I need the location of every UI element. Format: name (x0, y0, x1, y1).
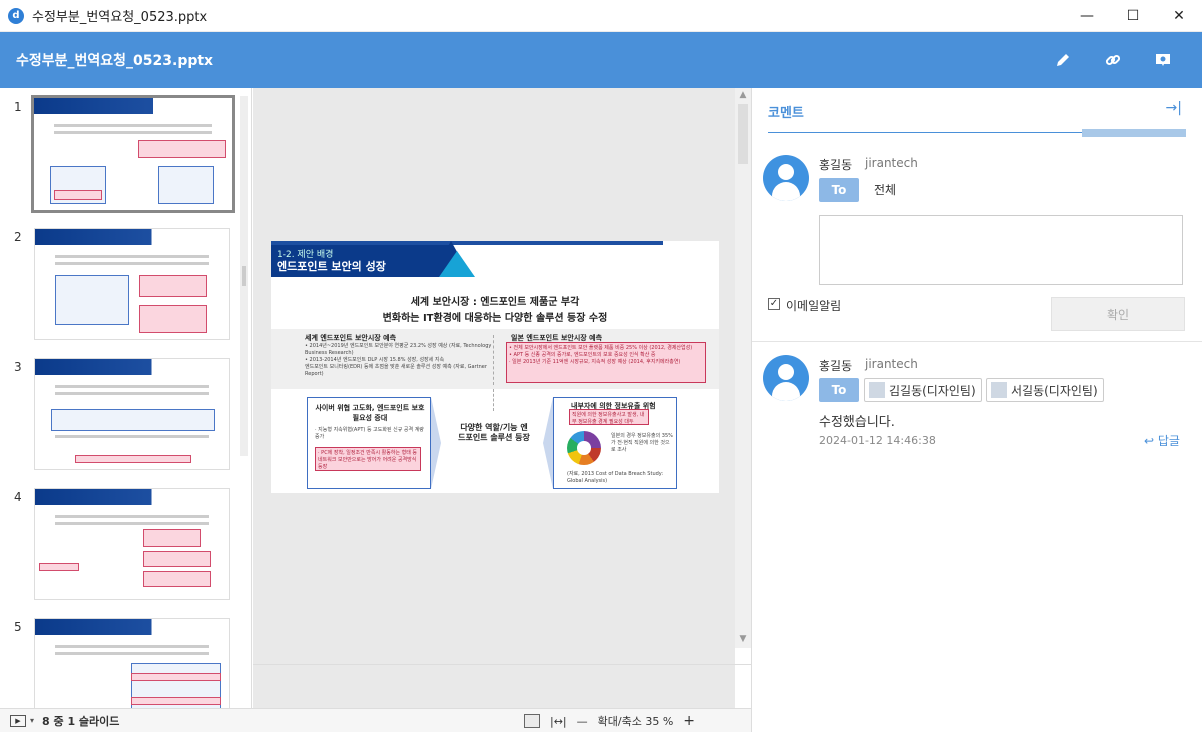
thumbnail-number: 2 (14, 230, 22, 244)
status-bar: ▶ ▾ 8 중 1 슬라이드 |↔| — 확대/축소 35 % + (0, 708, 751, 732)
avatar (763, 155, 809, 201)
edit-button[interactable] (1038, 32, 1088, 88)
pencil-icon (1057, 54, 1069, 66)
mention-chip: 김길동(디자인팀) (864, 378, 982, 402)
reply-icon: ↩ (1144, 434, 1155, 448)
to-button[interactable]: To (819, 178, 859, 202)
thumbnail-scrollbar[interactable] (240, 96, 248, 456)
current-slide: 1-2. 제안 배경 엔드포인트 보안의 성장 세계 보안시장 : 엔드포인트 … (271, 241, 719, 493)
app-logo-icon: d (8, 7, 24, 24)
right-box-source: (자료, 2013 Cost of Data Breach Study: Glo… (567, 471, 664, 484)
slide-thumbnail-list[interactable]: 1 2 3 4 5 (0, 88, 252, 708)
email-notify-label: 이메일알림 (786, 299, 842, 313)
slide-heading: 엔드포인트 보안의 성장 (277, 260, 386, 273)
thumbnail-image (34, 358, 230, 470)
fit-width-button[interactable]: |↔| (550, 715, 567, 728)
mention-label: 서길동(디자인팀) (1011, 383, 1098, 398)
collapse-panel-icon[interactable]: →| (1166, 100, 1182, 116)
fit-page-button[interactable] (524, 714, 540, 728)
minimize-button[interactable]: — (1064, 0, 1110, 32)
composer-user-name: 홍길동 (819, 158, 853, 172)
email-notify-checkbox[interactable]: ✓ (768, 298, 780, 310)
mention-label: 김길동(디자인팀) (889, 383, 976, 398)
zoom-out-button[interactable]: — (577, 715, 588, 728)
maximize-button[interactable]: ☐ (1110, 0, 1156, 32)
mention-chip: 서길동(디자인팀) (986, 378, 1104, 402)
comment-user-name: 홍길동 (819, 359, 853, 373)
slide-subtitle: 세계 보안시장 : 엔드포인트 제품군 부각 (410, 297, 580, 308)
zoom-level: 확대/축소 35 % (597, 715, 674, 728)
thumbnail-number: 5 (14, 620, 22, 634)
comment-input[interactable] (819, 215, 1183, 285)
thumbnail-number: 1 (14, 100, 22, 114)
slide-counter: 8 중 1 슬라이드 (42, 714, 120, 728)
zoom-in-button[interactable]: + (683, 713, 695, 729)
document-title: 수정부분_번역요청_0523.pptx (16, 53, 214, 69)
user-icon (991, 382, 1007, 398)
panel-title: 코멘트 (768, 106, 804, 121)
chevron-down-icon[interactable]: ▾ (30, 716, 34, 725)
slide-thumbnail[interactable]: 5 (0, 608, 251, 708)
thumbnail-number: 3 (14, 360, 22, 374)
thumbnail-image (31, 95, 235, 213)
comment-panel: 코멘트 →| 홍길동 jirantech To 전체 ✓ 이메일알림 확인 홍길… (751, 88, 1202, 732)
composer-company: jirantech (865, 156, 918, 170)
user-icon (869, 382, 885, 398)
slideshow-button[interactable]: ▶ (10, 714, 26, 727)
comment-company: jirantech (865, 357, 918, 371)
play-icon: ▶ (15, 716, 21, 725)
left-box-title: 사이버 위협 고도화, 엔드포인트 보호 필요성 증대 (315, 404, 425, 422)
thumbnail-image (34, 488, 230, 600)
slide-thumbnail[interactable]: 4 (0, 478, 251, 608)
right-box-pink: 직원에 의한 정보유출사고 발생, 내부 정보유출 경계 필요성 대두 (569, 409, 649, 425)
close-window-button[interactable]: ✕ (1156, 0, 1202, 32)
left-box-pink: · PC에 장착, 일정조건 만족시 활동하는 형태 등 네트워크 보안만으로는… (315, 447, 421, 471)
left-column-title: 세계 엔드포인트 보안시장 예측 (305, 334, 397, 342)
link-button[interactable] (1088, 32, 1138, 88)
slide-subtitle: 변화하는 IT환경에 대응하는 다양한 솔루션 등장 수정 (382, 313, 608, 324)
left-column-text: • 2014년~2019년 엔드포인트 보안분야 연평균 23.2% 성장 예상… (305, 343, 492, 377)
reply-label: 답글 (1157, 434, 1180, 448)
slide-thumbnail[interactable]: 3 (0, 348, 251, 478)
window-titlebar: d 수정부분_번역요청_0523.pptx — ☐ ✕ (0, 0, 1202, 32)
comment-to-badge: To (819, 378, 859, 402)
avatar (763, 355, 809, 401)
to-target: 전체 (874, 183, 897, 197)
right-column-text: • 전체 보안시장에서 엔드포인트 보안 플랫폼 제품 비중 25% 이상 (2… (506, 342, 706, 383)
window-title: 수정부분_번역요청_0523.pptx (32, 10, 208, 25)
comment-text: 수정했습니다. (819, 415, 895, 430)
thumbnail-image (34, 618, 230, 708)
thumbnail-image (34, 228, 230, 340)
left-box-text: · 지능형 지속위협(APT) 등 고도화된 신규 공격 계량 증가 (315, 427, 424, 440)
confirm-button[interactable]: 확인 (1051, 297, 1185, 331)
comment-toggle-button[interactable] (1138, 32, 1188, 88)
donut-chart (567, 431, 601, 465)
comment-settings-icon (1156, 54, 1170, 66)
slide-scrollbar[interactable]: ▲ ▼ (735, 88, 751, 648)
viewer-header: 수정부분_번역요청_0523.pptx (0, 32, 1202, 88)
reply-button[interactable]: ↩ 답글 (1144, 432, 1180, 449)
thumbnail-number: 4 (14, 490, 22, 504)
right-box-text: 일본의 경우 정보유출의 35%가 전·현직 직원에 의한 것으로 조사 (611, 433, 673, 453)
comment-timestamp: 2024-01-12 14:46:38 (819, 434, 936, 447)
center-message: 다양한 역할/기능 엔드포인트 솔루션 등장 (458, 423, 530, 442)
slide-thumbnail[interactable]: 2 (0, 218, 251, 348)
link-icon (1105, 54, 1121, 66)
slide-thumbnail[interactable]: 1 (0, 88, 251, 218)
